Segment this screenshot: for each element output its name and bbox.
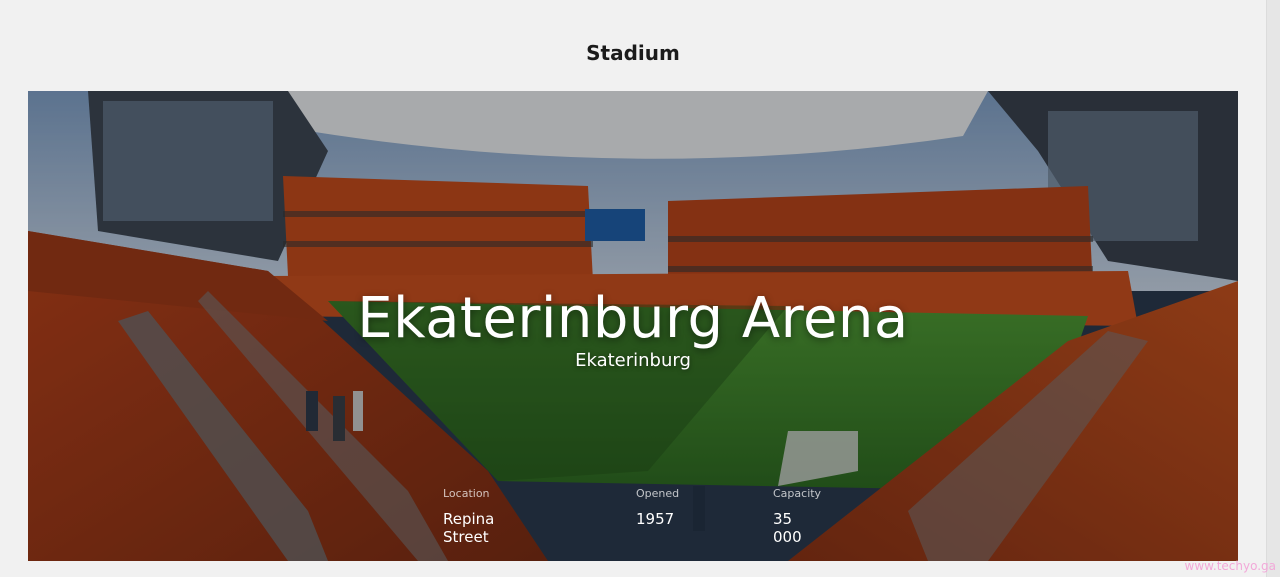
stadium-hero-card[interactable]: Ekaterinburg Arena Ekaterinburg Location… [28, 91, 1238, 561]
fact-opened: Opened 1957 [636, 487, 679, 528]
fact-value: 1957 [636, 510, 675, 528]
page: Stadium Ekaterinburg Arena Ekaterinburg … [0, 0, 1280, 577]
fact-capacity: Capacity 35 000 [773, 487, 821, 546]
fact-location: Location Repina Street [443, 487, 494, 546]
stadium-name: Ekaterinburg Arena [357, 286, 909, 351]
stadium-city: Ekaterinburg [575, 350, 691, 371]
fact-label: Capacity [773, 487, 822, 500]
fact-value: 35 000 [773, 510, 802, 546]
watermark: www.techyo.ga [1184, 559, 1276, 573]
fact-label: Opened [636, 487, 680, 500]
section-title: Stadium [586, 41, 680, 65]
fact-label: Location [443, 487, 490, 500]
vertical-scrollbar[interactable] [1266, 0, 1280, 577]
fact-value: Repina Street [443, 510, 495, 546]
